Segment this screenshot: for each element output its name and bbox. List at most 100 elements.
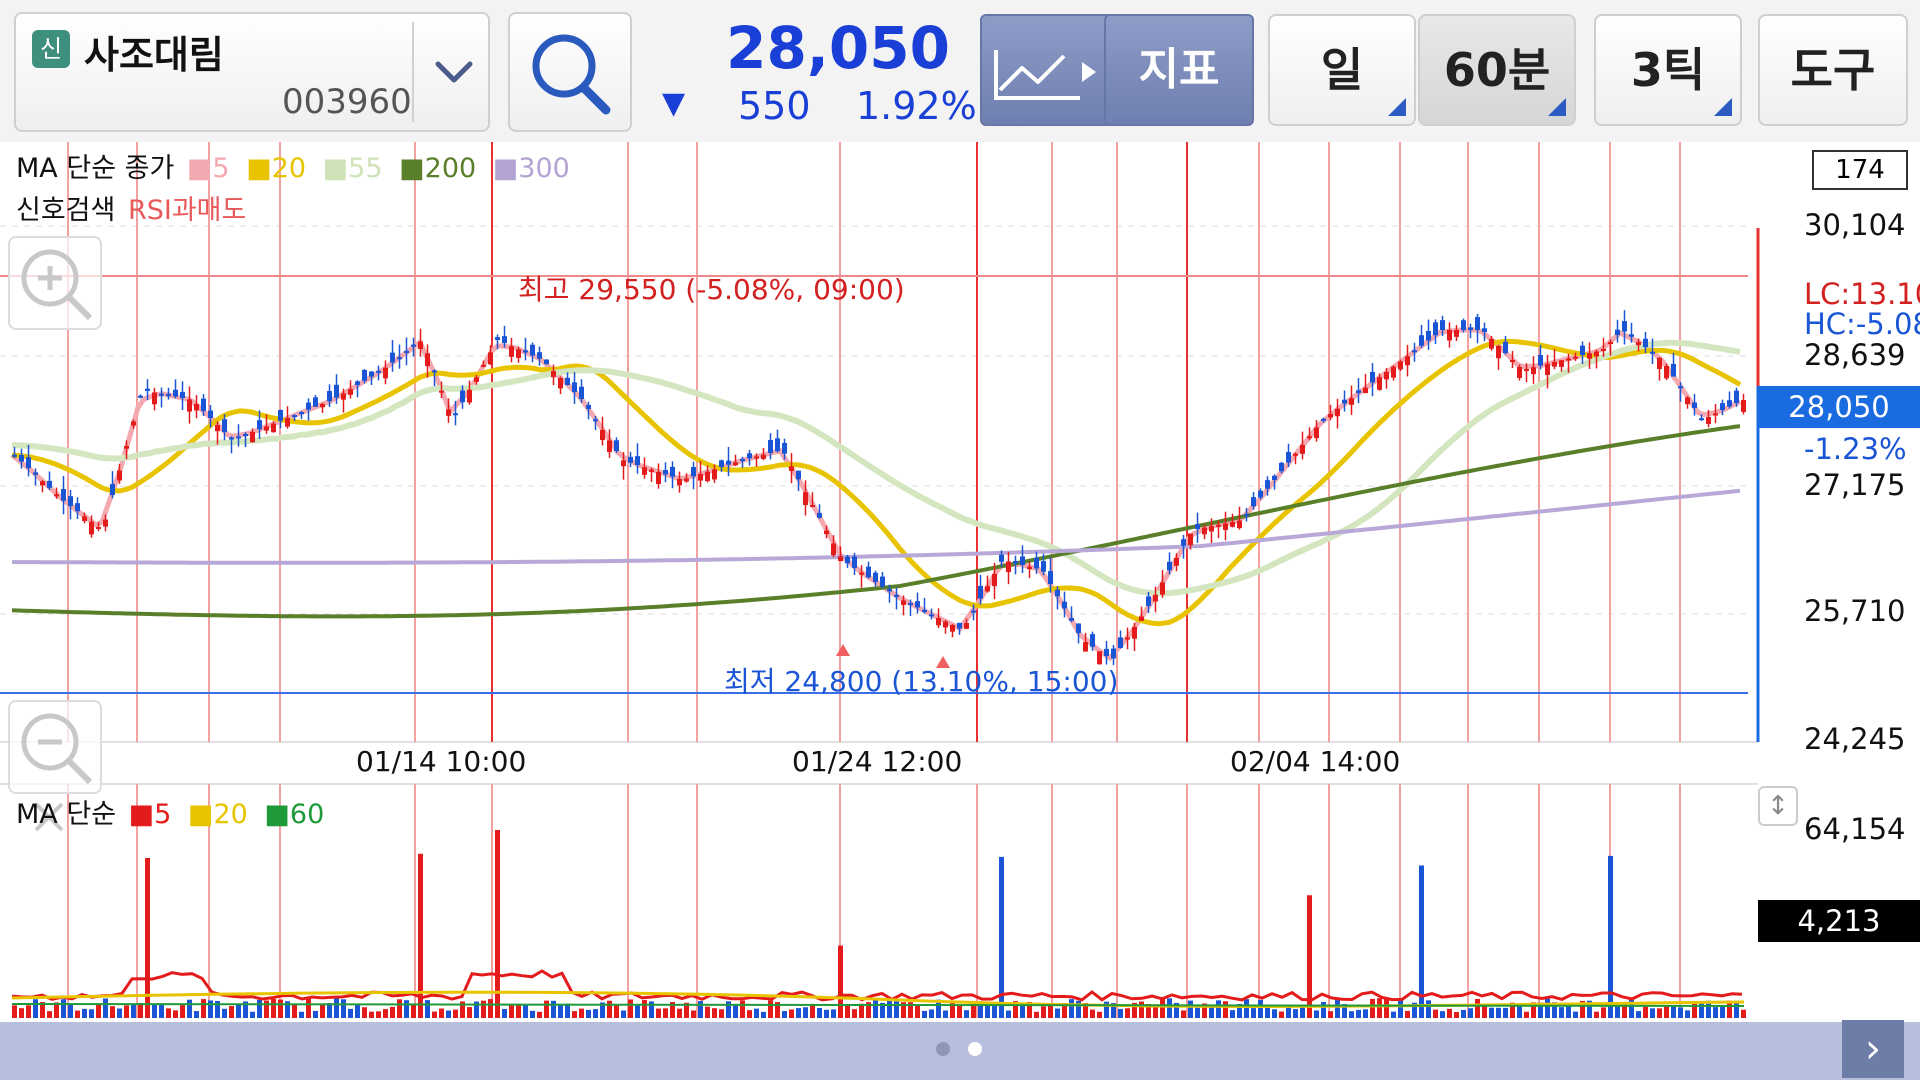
volume-bar bbox=[852, 1009, 857, 1018]
volume-bar bbox=[1671, 1006, 1676, 1018]
candle-body bbox=[1286, 451, 1291, 463]
volume-bar bbox=[425, 1000, 430, 1018]
candle-body bbox=[1132, 627, 1137, 639]
candle-body bbox=[1489, 339, 1494, 349]
candle-body bbox=[19, 454, 24, 462]
price-change-rate: 1.92% bbox=[856, 84, 977, 128]
ma-legend-300: ■300 bbox=[492, 153, 570, 184]
candlesticks bbox=[12, 310, 1746, 666]
volume-bar bbox=[1601, 1007, 1606, 1018]
page-dot-2[interactable] bbox=[968, 1042, 982, 1056]
candle-body bbox=[208, 410, 213, 418]
volume-bar bbox=[1657, 1008, 1662, 1018]
indicator-button[interactable]: 지표 bbox=[1104, 14, 1254, 126]
candle-body bbox=[656, 472, 661, 485]
volume-bar bbox=[383, 1009, 388, 1018]
volume-bar bbox=[1713, 1007, 1718, 1018]
candle-body bbox=[1335, 408, 1340, 417]
page-dot-1[interactable] bbox=[936, 1042, 950, 1056]
credit-badge: 신 bbox=[32, 30, 70, 68]
volume-bar bbox=[1356, 1009, 1361, 1018]
price-chart[interactable] bbox=[0, 142, 1920, 1022]
price-ma-legend[interactable]: MA 단순 종가 ■5 ■20 ■55 ■200 ■300 bbox=[16, 146, 578, 185]
volume-bar bbox=[642, 1000, 647, 1018]
signal-legend[interactable]: 신호검색 RSI과매도 bbox=[16, 188, 250, 227]
candle-body bbox=[110, 484, 115, 495]
current-volume-tag: 4,213 bbox=[1758, 900, 1920, 942]
candle-body bbox=[1153, 594, 1158, 602]
zoom-out-button[interactable] bbox=[8, 700, 102, 794]
candle-body bbox=[1083, 642, 1088, 652]
volume-bar bbox=[957, 1005, 962, 1018]
candle-body bbox=[992, 574, 997, 587]
volume-bar bbox=[432, 1011, 437, 1018]
volume-ma-legend[interactable]: MA 단순 ■5 ■20 ■60 bbox=[16, 792, 332, 831]
volume-bar bbox=[1321, 1001, 1326, 1018]
volume-bar bbox=[390, 1006, 395, 1018]
candle-body bbox=[1027, 566, 1032, 570]
volume-ma-legend-20: ■20 bbox=[187, 799, 248, 830]
volume-bar bbox=[1496, 1007, 1501, 1018]
candle-body bbox=[1545, 363, 1550, 375]
next-page-button[interactable]: › bbox=[1842, 1020, 1904, 1078]
candle-body bbox=[845, 556, 850, 564]
candle-body bbox=[887, 589, 892, 592]
volume-bar bbox=[1720, 1005, 1725, 1018]
candle-body bbox=[75, 503, 80, 512]
volume-bar bbox=[1328, 1011, 1333, 1018]
candle-body bbox=[173, 389, 178, 397]
tools-button[interactable]: 도구 bbox=[1758, 14, 1908, 126]
candle-body bbox=[1468, 327, 1473, 330]
candle-body bbox=[1727, 400, 1732, 407]
candle-body bbox=[1139, 616, 1144, 621]
volume-bar bbox=[1181, 1010, 1186, 1018]
volume-bar bbox=[747, 1010, 752, 1018]
volume-bar bbox=[607, 1000, 612, 1018]
candle-body bbox=[1209, 526, 1214, 532]
search-button[interactable] bbox=[508, 12, 632, 132]
candle-body bbox=[411, 344, 416, 347]
candle-body bbox=[852, 556, 857, 568]
ma300-line bbox=[11, 488, 1741, 565]
candle-body bbox=[803, 492, 808, 506]
visible-count-box[interactable]: 174 bbox=[1812, 150, 1908, 190]
volume-bar bbox=[1545, 998, 1550, 1018]
volume-bar bbox=[82, 1008, 87, 1018]
candle-body bbox=[89, 521, 94, 535]
candle-body bbox=[1076, 623, 1081, 633]
period-day-button[interactable]: 일 bbox=[1268, 14, 1416, 126]
candle-body bbox=[1650, 351, 1655, 354]
volume-bar bbox=[1265, 1006, 1270, 1018]
volume-bar bbox=[103, 998, 108, 1018]
corner-triangle-icon bbox=[1714, 98, 1732, 116]
resize-panel-icon[interactable]: ↕ bbox=[1758, 786, 1798, 826]
volume-bar bbox=[355, 1004, 360, 1018]
stock-dropdown-button[interactable] bbox=[424, 20, 484, 124]
candle-body bbox=[691, 467, 696, 477]
candle-body bbox=[964, 623, 969, 629]
candle-body bbox=[404, 350, 409, 353]
period-minute-button[interactable]: 60분 bbox=[1418, 14, 1576, 126]
candle-body bbox=[117, 470, 122, 481]
price-change: 550 bbox=[738, 84, 811, 128]
stock-selector[interactable]: 신 사조대림 003960 bbox=[14, 12, 490, 132]
period-tick-button[interactable]: 3틱 bbox=[1594, 14, 1742, 126]
volume-bar bbox=[1076, 1000, 1081, 1018]
candle-body bbox=[397, 357, 402, 360]
candle-body bbox=[1419, 335, 1424, 346]
candle-body bbox=[782, 442, 787, 454]
volume-bar bbox=[1279, 1011, 1284, 1018]
candle-body bbox=[460, 390, 465, 403]
candle-body bbox=[103, 519, 108, 527]
volume-bar bbox=[509, 1003, 514, 1018]
zoom-in-button[interactable] bbox=[8, 236, 102, 330]
current-price-tag: 28,050 bbox=[1758, 386, 1920, 428]
candle-body bbox=[425, 353, 430, 367]
candle-body bbox=[1559, 360, 1564, 367]
candle-body bbox=[1503, 341, 1508, 353]
candle-body bbox=[40, 481, 45, 486]
stock-divider bbox=[412, 22, 414, 122]
candle-body bbox=[1741, 400, 1746, 412]
candle-body bbox=[698, 474, 703, 481]
candle-body bbox=[1041, 561, 1046, 572]
